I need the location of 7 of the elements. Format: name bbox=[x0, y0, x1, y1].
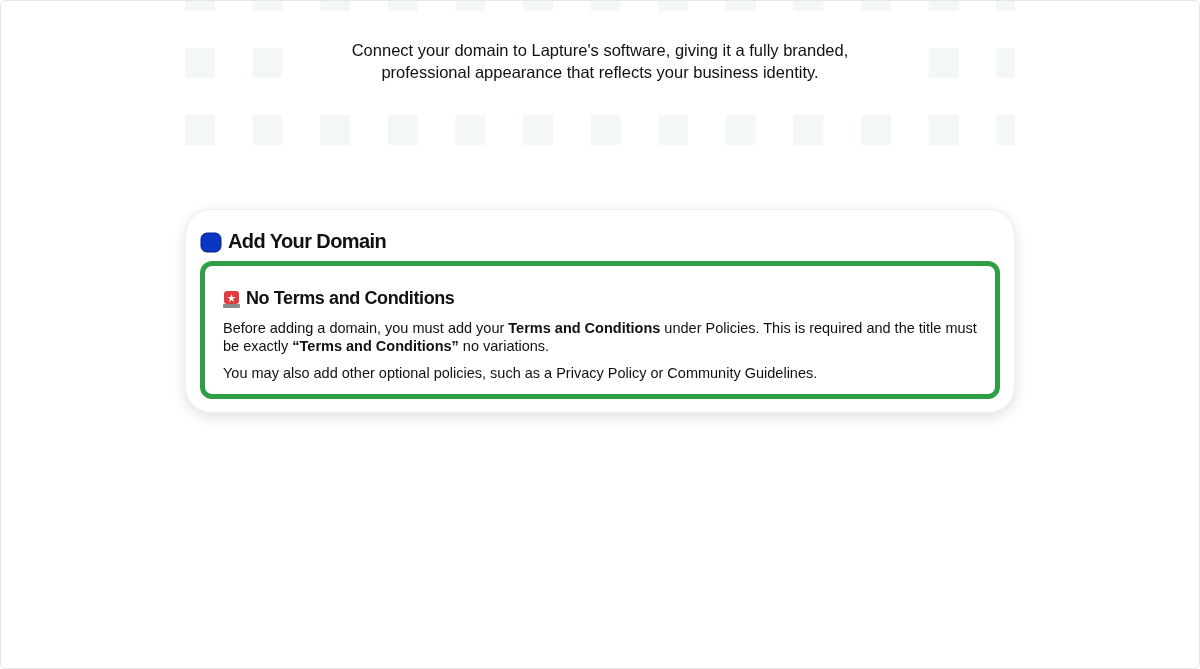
rounded-square-icon bbox=[200, 230, 222, 253]
notice-text: Before adding a domain, you must add your Terms and Conditions under Policies. This is required and the title must be exactly “Terms and Conditions” no variations. bbox=[223, 319, 977, 355]
notice-title: No Terms and Conditions bbox=[246, 288, 455, 309]
card-title: Add Your Domain bbox=[228, 230, 387, 253]
notice-text: You may also add other optional policies, such as a Privacy Policy or Community Guidelines. bbox=[223, 364, 819, 382]
siren-icon bbox=[223, 289, 240, 308]
intro-text: Connect your domain to Lapture's software, giving it a fully branded, professional appearance that reflects your business identity. bbox=[350, 40, 850, 83]
